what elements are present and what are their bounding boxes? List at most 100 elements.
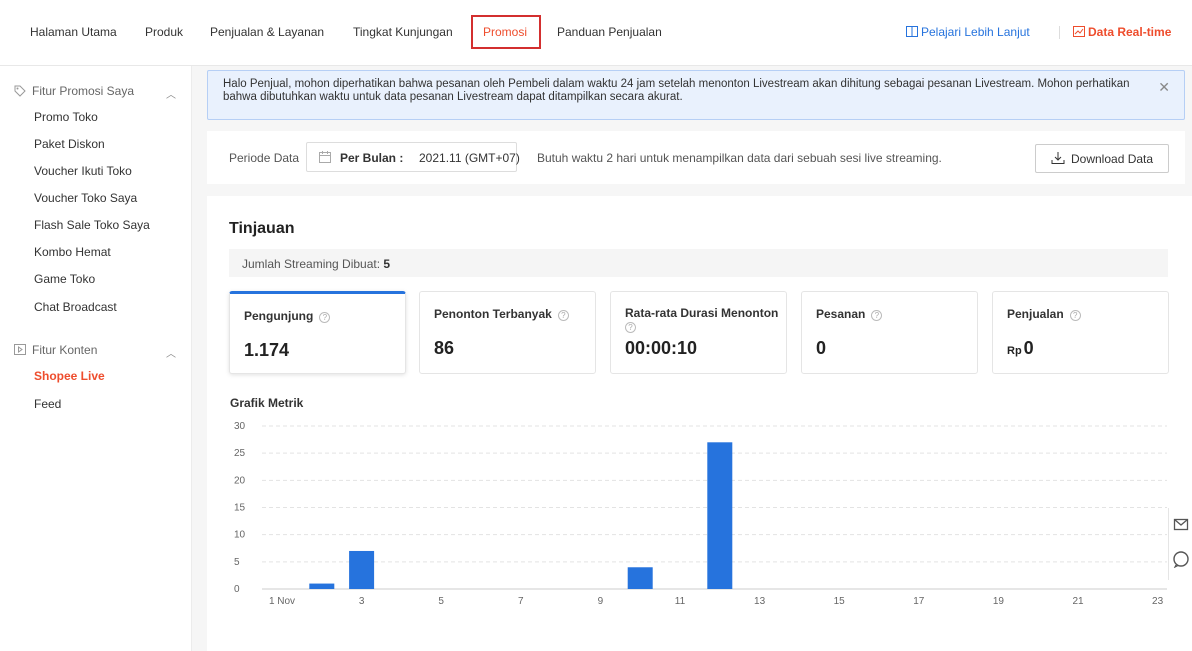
learn-more-label: Pelajari Lebih Lanjut — [921, 25, 1030, 39]
chart-title: Grafik Metrik — [230, 396, 304, 410]
sidebar-item-kombo-hemat[interactable]: Kombo Hemat — [34, 245, 111, 259]
metric-name: Rata-rata Durasi Menonton? — [625, 306, 779, 333]
metric-card-penonton-terbanyak[interactable]: Penonton Terbanyak? 86 — [419, 291, 596, 374]
x-tick-label: 17 — [913, 596, 925, 607]
period-hint: Butuh waktu 2 hari untuk menampilkan dat… — [537, 151, 942, 165]
nav-produk[interactable]: Produk — [145, 25, 183, 39]
bar — [627, 567, 653, 589]
currency-prefix: Rp — [1007, 345, 1022, 357]
metric-value: 86 — [434, 338, 455, 358]
overview-panel: Tinjauan Jumlah Streaming Dibuat: 5 Peng… — [207, 196, 1192, 651]
help-icon[interactable]: ? — [1069, 310, 1081, 321]
x-tick-label: 23 — [1152, 596, 1164, 607]
x-tick-label: 11 — [675, 596, 686, 607]
tag-icon — [14, 85, 26, 97]
metric-card-penjualan[interactable]: Penjualan? Rp 0 — [992, 291, 1169, 374]
y-tick-label: 20 — [234, 475, 246, 486]
learn-more-link[interactable]: Pelajari Lebih Lanjut — [906, 25, 1030, 39]
bar — [707, 442, 733, 589]
metric-name: Penonton Terbanyak? — [434, 307, 569, 321]
nav-panduan-penjualan[interactable]: Panduan Penjualan — [557, 25, 662, 39]
chart-line-icon — [1073, 26, 1085, 37]
chat-icon[interactable] — [1172, 550, 1190, 568]
nav-separator — [1059, 26, 1060, 39]
metric-card-rata-rata-durasi[interactable]: Rata-rata Durasi Menonton? 00:00:10 — [610, 291, 787, 374]
streams-count-label: Jumlah Streaming Dibuat: — [242, 257, 381, 271]
x-tick-label: 7 — [518, 596, 524, 607]
x-tick-label: 1 Nov — [269, 596, 295, 607]
sidebar: Fitur Promosi Saya ︿ Promo Toko Paket Di… — [0, 66, 192, 651]
sidebar-group-promosi[interactable]: Fitur Promosi Saya — [14, 84, 134, 98]
metric-value: 00:00:10 — [625, 338, 698, 358]
metric-name: Penjualan? — [1007, 307, 1081, 321]
x-tick-label: 3 — [359, 596, 365, 607]
streams-count-bar: Jumlah Streaming Dibuat: 5 — [229, 249, 1168, 277]
y-tick-label: 5 — [234, 557, 240, 568]
realtime-label: Data Real-time — [1088, 25, 1172, 39]
streams-count-value: 5 — [383, 257, 391, 271]
sidebar-item-paket-diskon[interactable]: Paket Diskon — [34, 137, 105, 151]
period-kind: Per Bulan : — [340, 151, 404, 165]
metric-card-pesanan[interactable]: Pesanan? 0 — [801, 291, 978, 374]
play-box-icon — [14, 344, 26, 355]
chevron-up-icon[interactable]: ︿ — [166, 345, 176, 360]
period-panel: Periode Data Per Bulan : 2021.11 (GMT+07… — [207, 131, 1185, 184]
download-data-button[interactable]: Download Data — [1035, 144, 1169, 173]
x-tick-label: 9 — [598, 596, 604, 607]
x-tick-label: 21 — [1072, 596, 1084, 607]
sidebar-group-konten[interactable]: Fitur Konten — [14, 343, 97, 357]
floating-side-tools — [1168, 508, 1192, 580]
sidebar-item-voucher-toko-saya[interactable]: Voucher Toko Saya — [34, 191, 137, 205]
x-tick-label: 5 — [438, 596, 444, 607]
x-tick-label: 19 — [993, 596, 1005, 607]
close-icon[interactable]: ✕ — [1158, 80, 1170, 94]
download-data-label: Download Data — [1071, 152, 1154, 166]
sidebar-item-promo-toko[interactable]: Promo Toko — [34, 110, 98, 124]
help-icon[interactable]: ? — [557, 310, 569, 321]
download-icon — [1051, 152, 1065, 164]
x-tick-label: 15 — [834, 596, 846, 607]
metric-name: Pengunjung? — [244, 309, 331, 323]
x-tick-label: 13 — [754, 596, 766, 607]
y-tick-label: 0 — [234, 584, 240, 595]
sidebar-group-konten-label: Fitur Konten — [32, 343, 98, 357]
metric-name: Pesanan? — [816, 307, 883, 321]
bar — [349, 550, 375, 589]
metric-value: 0 — [816, 338, 827, 358]
sidebar-item-feed[interactable]: Feed — [34, 397, 61, 411]
chevron-up-icon[interactable]: ︿ — [166, 86, 176, 101]
top-nav: Halaman Utama Produk Penjualan & Layanan… — [0, 0, 1192, 66]
realtime-link[interactable]: Data Real-time — [1073, 25, 1171, 39]
metric-value: 1.174 — [244, 340, 290, 360]
metric-card-pengunjung[interactable]: Pengunjung? 1.174 — [229, 291, 406, 374]
bar — [309, 583, 335, 589]
y-tick-label: 25 — [234, 448, 246, 459]
sidebar-group-promosi-label: Fitur Promosi Saya — [32, 84, 135, 98]
book-icon — [906, 26, 918, 37]
sidebar-item-voucher-ikuti-toko[interactable]: Voucher Ikuti Toko — [34, 164, 132, 178]
nav-tingkat-kunjungan[interactable]: Tingkat Kunjungan — [353, 25, 453, 39]
sidebar-item-flash-sale[interactable]: Flash Sale Toko Saya — [34, 218, 150, 232]
help-icon[interactable]: ? — [319, 312, 331, 323]
metric-value: Rp 0 — [1007, 338, 1034, 358]
nav-promosi[interactable]: Promosi — [483, 25, 527, 39]
y-tick-label: 15 — [234, 503, 246, 514]
period-value: 2021.11 (GMT+07) — [419, 151, 520, 165]
mail-icon[interactable] — [1173, 516, 1189, 532]
notice-text: Halo Penjual, mohon diperhatikan bahwa p… — [223, 78, 1130, 103]
y-tick-label: 30 — [234, 421, 246, 432]
sidebar-item-shopee-live[interactable]: Shopee Live — [34, 369, 105, 383]
overview-title: Tinjauan — [229, 220, 295, 237]
help-icon[interactable]: ? — [871, 310, 883, 321]
y-tick-label: 10 — [234, 530, 246, 541]
period-label: Periode Data — [229, 151, 300, 165]
help-icon[interactable]: ? — [625, 322, 636, 333]
sidebar-item-game-toko[interactable]: Game Toko — [34, 272, 95, 286]
sidebar-item-chat-broadcast[interactable]: Chat Broadcast — [34, 300, 117, 314]
nav-halaman-utama[interactable]: Halaman Utama — [30, 25, 117, 39]
info-notice: Halo Penjual, mohon diperhatikan bahwa p… — [207, 70, 1185, 120]
metric-chart: 0 5 10 15 20 25 30 1 Nov 3 5 7 9 11 13 15 17 19 21 23 — [234, 421, 1167, 607]
calendar-icon — [319, 151, 331, 163]
period-picker[interactable]: Per Bulan : 2021.11 (GMT+07) — [306, 142, 520, 172]
nav-penjualan-layanan[interactable]: Penjualan & Layanan — [210, 25, 324, 39]
